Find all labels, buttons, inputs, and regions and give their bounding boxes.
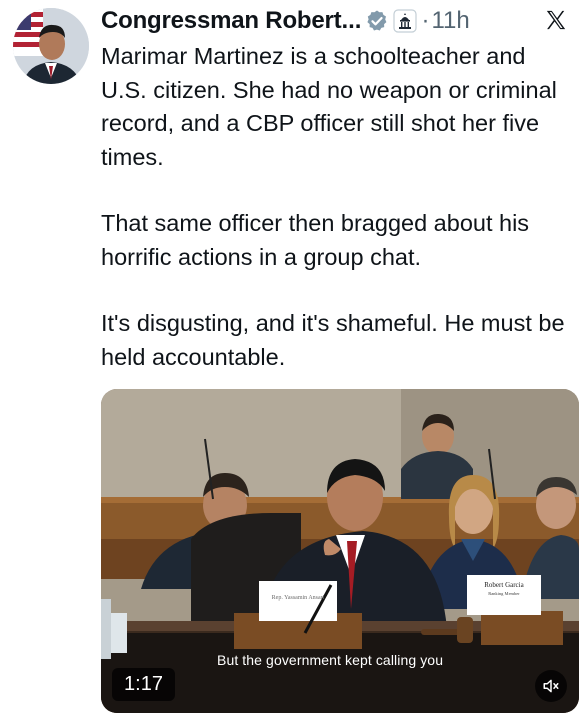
nameplate-right-name: Robert Garcia [484, 581, 524, 589]
tweet-body: Marimar Martinez is a schoolteacher and … [101, 40, 571, 374]
tweet-paragraph: Marimar Martinez is a schoolteacher and … [101, 43, 557, 170]
mute-button[interactable] [535, 670, 567, 702]
nameplate-right-title: Ranking Member [488, 591, 520, 596]
tweet-paragraph: It's disgusting, and it's shameful. He m… [101, 310, 565, 370]
nameplate-left: Rep. Yassamin Ansari [271, 595, 325, 601]
header-separator: · [421, 7, 430, 34]
x-logo-icon [546, 10, 566, 30]
verified-badge-icon [367, 10, 387, 31]
video-caption: But the government kept calling you [217, 652, 444, 668]
capitol-building-icon [393, 9, 418, 33]
timestamp[interactable]: 11h [431, 7, 469, 35]
tweet-header: Congressman Robert... · 11h [101, 4, 571, 38]
tweet-paragraph: That same officer then bragged about his… [101, 210, 530, 270]
speaker-muted-icon [543, 679, 559, 693]
avatar[interactable] [13, 8, 89, 84]
author-name-ellipsis: ... [341, 7, 362, 34]
author-name[interactable]: Congressman Robert [101, 7, 342, 35]
video-player[interactable]: Rep. Yassamin Ansari Robert Garcia Ranki… [101, 389, 579, 713]
video-duration: 1:17 [112, 668, 175, 701]
profile-photo-avatar [13, 8, 89, 84]
